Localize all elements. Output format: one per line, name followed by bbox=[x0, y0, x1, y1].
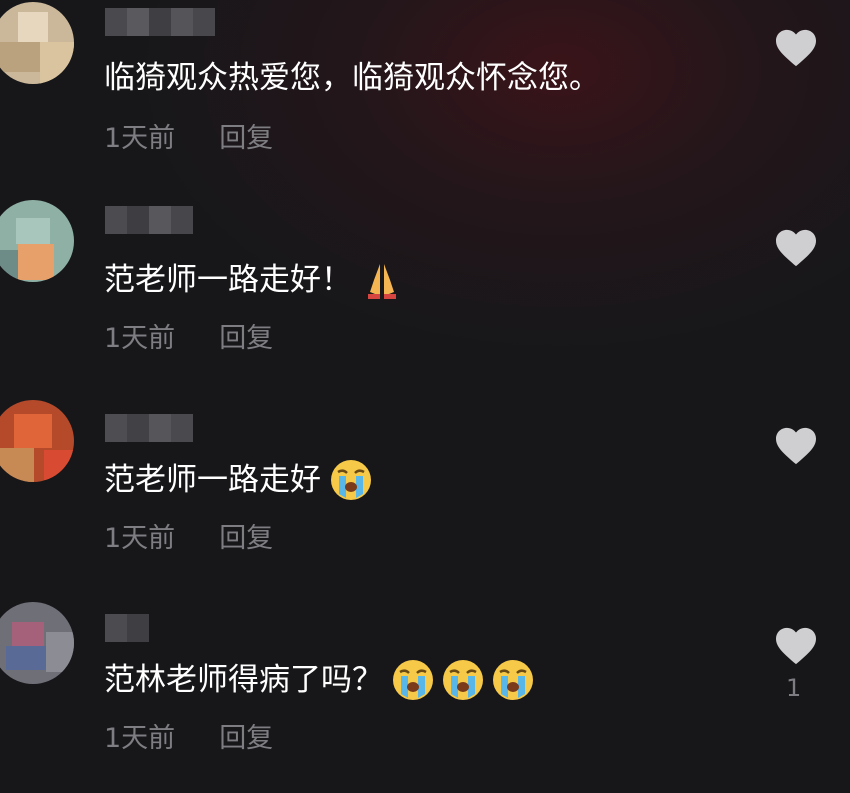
avatar[interactable] bbox=[0, 200, 74, 282]
timestamp: 1天前 bbox=[104, 123, 176, 154]
comment-item: 临猗观众热爱您，临猗观众怀念您。 1天前 回复 bbox=[0, 0, 850, 190]
loudly-crying-face-emoji bbox=[331, 460, 371, 500]
username[interactable] bbox=[105, 414, 193, 442]
comment-meta: 1天前 回复 bbox=[104, 316, 273, 355]
comment-item: 范林老师得病了吗？ 1天前 回复 1 bbox=[0, 600, 850, 790]
comment-text: 临猗观众热爱您，临猗观众怀念您。 bbox=[104, 58, 600, 98]
username[interactable] bbox=[105, 206, 193, 234]
comment-meta: 1天前 回复 bbox=[104, 516, 273, 555]
username[interactable] bbox=[105, 8, 215, 36]
timestamp: 1天前 bbox=[104, 523, 176, 554]
reply-button[interactable]: 回复 bbox=[219, 516, 273, 555]
folded-hands-emoji bbox=[368, 264, 396, 299]
reply-button[interactable]: 回复 bbox=[219, 316, 273, 355]
comment-meta: 1天前 回复 bbox=[104, 116, 273, 155]
heart-icon[interactable] bbox=[774, 426, 818, 466]
comment-text-content: 范林老师得病了吗？ bbox=[104, 662, 383, 698]
like-count: 1 bbox=[786, 674, 802, 702]
avatar[interactable] bbox=[0, 602, 74, 684]
avatar[interactable] bbox=[0, 2, 74, 84]
comment-meta: 1天前 回复 bbox=[104, 716, 273, 755]
comment-item: 范老师一路走好！ 1天前 回复 bbox=[0, 200, 850, 390]
loudly-crying-face-emoji bbox=[393, 660, 433, 700]
username[interactable] bbox=[105, 614, 149, 642]
heart-icon[interactable] bbox=[774, 228, 818, 268]
loudly-crying-face-emoji bbox=[443, 660, 483, 700]
comment-text: 范林老师得病了吗？ bbox=[104, 658, 535, 702]
comment-text: 范老师一路走好 bbox=[104, 458, 373, 502]
comment-text-content: 临猗观众热爱您，临猗观众怀念您。 bbox=[104, 60, 600, 96]
comment-text-content: 范老师一路走好 bbox=[104, 462, 321, 498]
timestamp: 1天前 bbox=[104, 723, 176, 754]
reply-button[interactable]: 回复 bbox=[219, 116, 273, 155]
timestamp: 1天前 bbox=[104, 323, 176, 354]
comment-item: 范老师一路走好 1天前 回复 bbox=[0, 400, 850, 590]
comment-text: 范老师一路走好！ bbox=[104, 258, 404, 302]
heart-icon[interactable] bbox=[774, 28, 818, 68]
reply-button[interactable]: 回复 bbox=[219, 716, 273, 755]
loudly-crying-face-emoji bbox=[493, 660, 533, 700]
avatar[interactable] bbox=[0, 400, 74, 482]
comment-text-content: 范老师一路走好！ bbox=[104, 262, 352, 298]
heart-icon[interactable] bbox=[774, 626, 818, 666]
